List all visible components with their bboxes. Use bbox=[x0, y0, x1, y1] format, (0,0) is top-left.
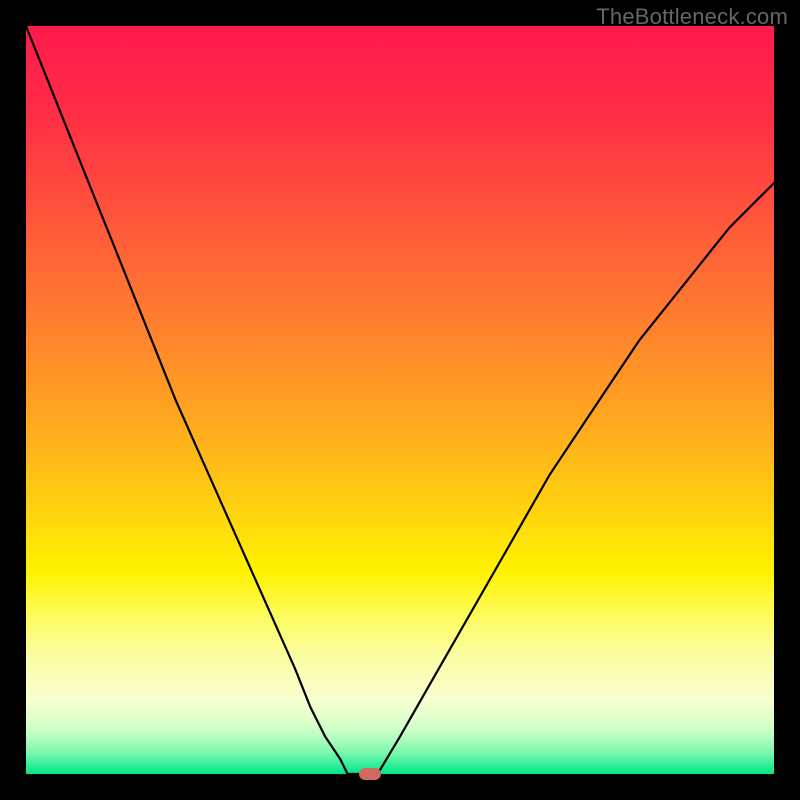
optimum-marker bbox=[359, 768, 381, 780]
chart-frame: TheBottleneck.com bbox=[0, 0, 800, 800]
plot-area bbox=[26, 26, 774, 774]
bottleneck-curve bbox=[26, 26, 774, 774]
watermark-text: TheBottleneck.com bbox=[596, 4, 788, 30]
curve-layer bbox=[26, 26, 774, 774]
